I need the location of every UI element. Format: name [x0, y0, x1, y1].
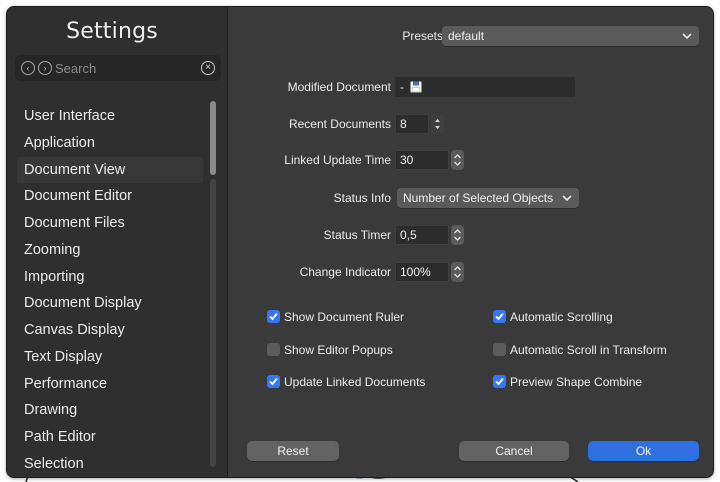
change-indicator-field[interactable]: 100% [395, 262, 449, 282]
search-input[interactable] [55, 58, 195, 78]
forward-arrow-icon[interactable]: › [38, 61, 52, 75]
recent-documents-stepper[interactable] [431, 114, 444, 134]
modified-document-field[interactable]: - [395, 77, 575, 97]
presets-label: Presets [402, 29, 443, 43]
sidebar-item-zooming[interactable]: Zooming [17, 237, 203, 264]
status-timer-label: Status Timer [323, 228, 391, 242]
reset-button[interactable]: Reset [247, 441, 339, 461]
modified-document-label: Modified Document [287, 80, 391, 94]
status-info-value: Number of Selected Objects [403, 191, 554, 205]
chevron-down-icon [562, 195, 572, 202]
linked-update-time-stepper[interactable] [451, 150, 464, 170]
sidebar-item-user-interface[interactable]: User Interface [17, 103, 203, 130]
settings-window: Settings ‹ › × User Interface Applicatio… [6, 6, 714, 478]
sidebar-item-document-view[interactable]: Document View [17, 156, 203, 184]
checkbox-label: Show Document Ruler [284, 310, 405, 324]
checkbox-checked-icon[interactable] [493, 310, 506, 323]
checkbox-label: Automatic Scrolling [510, 310, 613, 324]
linked-update-time-label: Linked Update Time [284, 153, 391, 167]
ok-button[interactable]: Ok [588, 441, 699, 461]
checkbox-checked-icon[interactable] [493, 375, 506, 388]
modified-document-value: - [400, 80, 404, 94]
checkbox-label: Preview Shape Combine [510, 375, 643, 389]
settings-category-list: User Interface Application Document View… [17, 103, 203, 477]
sidebar-item-drawing[interactable]: Drawing [17, 397, 203, 424]
status-info-select[interactable]: Number of Selected Objects [397, 188, 579, 208]
sidebar-item-selection[interactable]: Selection [17, 451, 203, 477]
change-indicator-label: Change Indicator [299, 265, 391, 279]
stepper-chevrons-icon [454, 154, 461, 166]
stepper-chevrons-icon [454, 266, 461, 278]
linked-update-time-field[interactable]: 30 [395, 150, 449, 170]
back-arrow-icon[interactable]: ‹ [21, 61, 35, 75]
clear-search-icon[interactable]: × [201, 61, 215, 75]
change-indicator-stepper[interactable] [451, 262, 464, 282]
checkbox-label: Automatic Scroll in Transform [510, 343, 667, 357]
sidebar-item-text-display[interactable]: Text Display [17, 344, 203, 371]
stepper-arrows-icon [435, 119, 440, 129]
status-info-label: Status Info [333, 191, 391, 205]
sidebar-item-document-files[interactable]: Document Files [17, 210, 203, 237]
sidebar-scroll-track-fill [210, 179, 216, 467]
checkbox-checked-icon[interactable] [267, 375, 280, 388]
floppy-disk-icon [410, 81, 422, 93]
recent-documents-field[interactable]: 8 [395, 114, 429, 134]
cancel-button[interactable]: Cancel [459, 441, 569, 461]
checkbox-unchecked-icon[interactable] [267, 343, 280, 356]
sidebar-scroll-thumb[interactable] [210, 101, 216, 175]
sidebar-item-importing[interactable]: Importing [17, 264, 203, 291]
presets-value: default [448, 29, 485, 43]
settings-panel: Presets default Modified Document - Rece… [229, 7, 713, 477]
status-timer-field[interactable]: 0,5 [395, 225, 449, 245]
sidebar-scrollbar[interactable] [207, 99, 219, 469]
checkbox-unchecked-icon[interactable] [493, 343, 506, 356]
sidebar-item-performance[interactable]: Performance [17, 371, 203, 398]
sidebar-item-document-editor[interactable]: Document Editor [17, 183, 203, 210]
checkbox-checked-icon[interactable] [267, 310, 280, 323]
stepper-chevrons-icon [454, 229, 461, 241]
sidebar-item-canvas-display[interactable]: Canvas Display [17, 317, 203, 344]
sidebar-title: Settings [66, 19, 158, 44]
chevron-down-icon [682, 33, 692, 40]
checkbox-label: Update Linked Documents [284, 375, 426, 389]
sidebar-item-document-display[interactable]: Document Display [17, 290, 203, 317]
sidebar-item-application[interactable]: Application [17, 130, 203, 157]
sidebar-item-path-editor[interactable]: Path Editor [17, 424, 203, 451]
presets-select[interactable]: default [442, 26, 699, 46]
sidebar: Settings ‹ › × User Interface Applicatio… [7, 7, 228, 477]
status-timer-stepper[interactable] [451, 225, 464, 245]
checkbox-label: Show Editor Popups [284, 343, 393, 357]
recent-documents-label: Recent Documents [288, 117, 391, 131]
search-box: ‹ › × [15, 55, 221, 81]
